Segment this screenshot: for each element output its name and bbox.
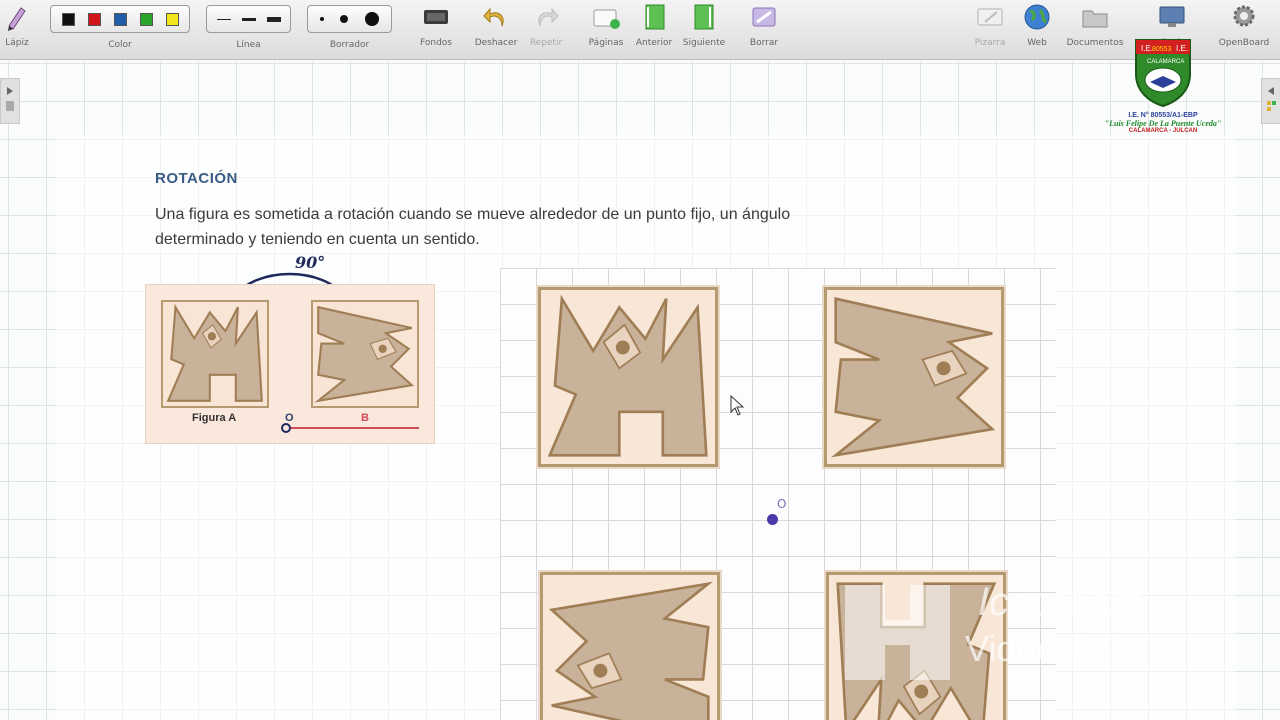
origin-segment bbox=[281, 423, 419, 433]
clear-page-icon bbox=[752, 7, 776, 27]
line-thick[interactable] bbox=[266, 16, 281, 22]
lesson-heading: ROTACIÓN bbox=[155, 170, 238, 187]
line-width-picker bbox=[206, 5, 291, 33]
watermark-line-1: Icecream bbox=[978, 580, 1143, 624]
color-swatch-black[interactable] bbox=[61, 12, 75, 26]
globe-icon bbox=[1024, 4, 1050, 30]
previous-page-icon bbox=[645, 4, 665, 30]
undo-icon bbox=[483, 7, 504, 27]
board-button[interactable]: Pizarra bbox=[972, 2, 1008, 48]
folder-icon bbox=[1082, 10, 1108, 28]
pencil-icon bbox=[8, 7, 26, 31]
color-swatch-red[interactable] bbox=[87, 12, 101, 26]
pencil-label: Lápiz bbox=[5, 38, 29, 48]
web-button[interactable]: Web bbox=[1020, 2, 1054, 48]
figure-a-label: Figura A bbox=[192, 412, 237, 424]
line-label: Línea bbox=[236, 40, 261, 50]
collapse-arrow-icon bbox=[1267, 87, 1276, 111]
crest-right-text: I.E. bbox=[1176, 44, 1188, 53]
grid-figure-top-left bbox=[536, 285, 720, 469]
grid-figure-bottom-left-shape bbox=[548, 581, 714, 720]
grid-figure-top-right-shape bbox=[830, 297, 996, 458]
expand-arrow-icon bbox=[6, 87, 14, 111]
grid-figure-top-left-shape bbox=[547, 294, 708, 457]
web-label: Web bbox=[1027, 38, 1047, 48]
redo-icon bbox=[538, 7, 559, 27]
video-editor-watermark: Icecream Video Editor bbox=[840, 580, 1160, 695]
crest-town: CALAMARCA bbox=[1147, 59, 1184, 65]
color-swatch-yellow[interactable] bbox=[165, 12, 179, 26]
figure-b-shape bbox=[314, 305, 415, 403]
watermark-line-2: Video Editor bbox=[965, 628, 1161, 669]
gear-icon bbox=[1233, 5, 1255, 27]
board-label: Pizarra bbox=[974, 38, 1006, 48]
example-figure-card: Figura A O B bbox=[145, 284, 435, 444]
rotation-center-label: O bbox=[777, 497, 787, 511]
line-medium[interactable] bbox=[241, 17, 256, 21]
previous-button[interactable]: Anterior bbox=[634, 2, 674, 48]
left-panel-toggle[interactable] bbox=[0, 78, 20, 124]
undo-button[interactable]: Deshacer bbox=[472, 2, 520, 48]
pages-button[interactable]: Páginas bbox=[584, 2, 628, 48]
backgrounds-label: Fondos bbox=[420, 38, 452, 48]
figure-a bbox=[161, 300, 269, 408]
eraser-size-picker bbox=[307, 5, 392, 33]
color-label: Color bbox=[108, 40, 132, 50]
eraser-label: Borrador bbox=[329, 40, 370, 50]
eraser-small[interactable] bbox=[320, 17, 325, 21]
lesson-paragraph: Una figura es sometida a rotación cuando… bbox=[155, 206, 791, 248]
toolbar: Lápiz Color Línea Borrador Fondos Deshac… bbox=[0, 0, 1280, 60]
pages-label: Páginas bbox=[588, 38, 624, 48]
next-page-icon bbox=[694, 4, 714, 30]
line-thin[interactable] bbox=[216, 18, 231, 20]
previous-label: Anterior bbox=[635, 38, 673, 48]
redo-label: Repetir bbox=[529, 38, 563, 48]
grid-figure-top-right bbox=[822, 285, 1006, 469]
erase-label: Borrar bbox=[749, 38, 779, 48]
school-logo: I.E. 80553 I.E. CALAMARCA I.E. N° 80553/… bbox=[1098, 34, 1228, 146]
crest-number: 80553 bbox=[1152, 46, 1172, 53]
figure-b bbox=[311, 300, 419, 408]
monitor-icon bbox=[1159, 6, 1185, 27]
logo-line-1: I.E. N° 80553/A1-EBP bbox=[1128, 112, 1198, 119]
backgrounds-button[interactable]: Fondos bbox=[414, 2, 458, 48]
add-page-icon bbox=[593, 9, 620, 29]
undo-label: Deshacer bbox=[474, 38, 518, 48]
color-swatch-green[interactable] bbox=[139, 12, 153, 26]
color-picker bbox=[50, 5, 190, 33]
whiteboard-icon bbox=[977, 8, 1003, 26]
eraser-medium[interactable] bbox=[340, 15, 349, 23]
next-button[interactable]: Siguiente bbox=[682, 2, 726, 48]
figure-a-shape bbox=[166, 303, 263, 402]
pencil-tool[interactable]: Lápiz bbox=[4, 2, 30, 48]
mouse-cursor-icon bbox=[730, 395, 745, 416]
logo-line-3: CALAMARCA - JULCAN bbox=[1128, 128, 1198, 134]
right-panel-toggle[interactable] bbox=[1261, 78, 1280, 124]
erase-button[interactable]: Borrar bbox=[746, 2, 782, 48]
keyboard-icon bbox=[424, 10, 448, 24]
eraser-large[interactable] bbox=[364, 12, 379, 26]
grid-figure-bottom-left bbox=[538, 570, 722, 720]
icecream-logo-icon bbox=[845, 585, 950, 680]
rotation-center-point[interactable] bbox=[767, 514, 778, 525]
redo-button[interactable]: Repetir bbox=[526, 2, 566, 48]
next-label: Siguiente bbox=[682, 38, 726, 48]
school-crest-icon: I.E. 80553 I.E. CALAMARCA bbox=[1135, 39, 1191, 108]
color-swatch-blue[interactable] bbox=[113, 12, 127, 26]
logo-line-2: "Luis Felipe De La Puente Uceda" bbox=[1104, 119, 1222, 128]
angle-annotation: 90° bbox=[295, 253, 326, 272]
